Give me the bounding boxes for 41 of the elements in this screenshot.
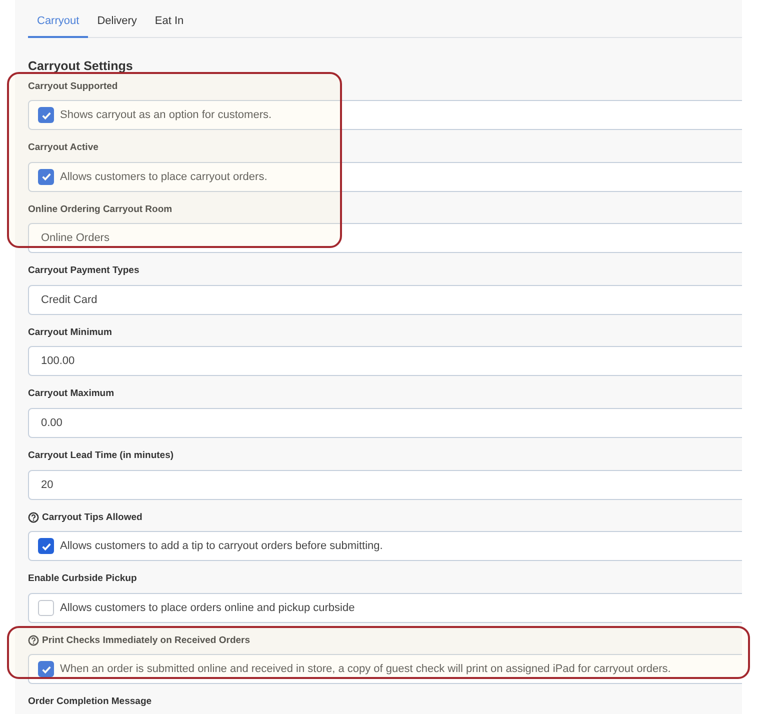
field-label: Carryout Supported	[28, 80, 118, 92]
help-icon[interactable]	[28, 634, 39, 646]
tab[interactable]: Carryout	[28, 12, 88, 38]
field-label: Carryout Active	[28, 142, 98, 154]
field-label: Order Completion Message	[28, 696, 152, 708]
checkbox-field[interactable]: Allows customers to add a tip to carryout orders before submitting.	[28, 531, 742, 562]
checkmark-icon	[40, 110, 52, 120]
checkmark-icon	[40, 664, 52, 675]
section-title: Carryout Settings	[28, 59, 134, 73]
input-field[interactable]: Credit Card	[28, 284, 742, 315]
tab[interactable]: Eat In	[146, 12, 193, 38]
help-icon[interactable]	[28, 512, 39, 523]
field-label: Print Checks Immediately on Received Orders	[42, 634, 250, 646]
checkbox[interactable]	[38, 600, 54, 616]
field-label: Carryout Maximum	[28, 388, 114, 400]
tab[interactable]: Delivery	[88, 12, 146, 38]
field-label: Enable Curbside Pickup	[28, 573, 137, 584]
input-field[interactable]: 20	[28, 470, 742, 500]
checkbox-field[interactable]: When an order is submitted online and received in store, a copy of guest check will print on assigned iPad for carryout orders.	[28, 654, 742, 684]
input-field[interactable]: Online Orders	[28, 223, 742, 254]
checkbox-field[interactable]: Allows customers to place orders online and pickup curbside	[28, 592, 742, 623]
checkmark-icon	[40, 540, 52, 552]
checkbox-text: Allows customers to add a tip to carryout orders before submitting.	[60, 540, 383, 552]
checkbox-field[interactable]: Allows customers to place carryout orders.	[28, 162, 742, 192]
checkbox-text: Shows carryout as an option for customers.	[60, 109, 272, 121]
checkbox[interactable]	[38, 661, 54, 678]
field-label: Carryout Tips Allowed	[42, 512, 142, 523]
input-field[interactable]: 0.00	[28, 408, 742, 438]
checkbox[interactable]	[38, 168, 54, 185]
checkbox[interactable]	[38, 538, 54, 554]
checkbox-text: When an order is submitted online and received in store, a copy of guest check will print on assigned iPad for carryout orders.	[60, 663, 671, 676]
field-label: Online Ordering Carryout Room	[28, 204, 172, 215]
checkmark-icon	[40, 171, 52, 182]
input-field[interactable]: 100.00	[28, 346, 742, 376]
field-label: Carryout Minimum	[28, 326, 112, 338]
checkbox-text: Allows customers to place carryout orders.	[60, 170, 268, 183]
checkbox-field[interactable]: Shows carryout as an option for customers.	[28, 100, 742, 130]
checkbox-text: Allows customers to place orders online and pickup curbside	[60, 602, 355, 614]
field-label: Carryout Lead Time (in minutes)	[28, 450, 174, 462]
field-label: Carryout Payment Types	[28, 265, 140, 276]
checkbox[interactable]	[38, 107, 54, 123]
